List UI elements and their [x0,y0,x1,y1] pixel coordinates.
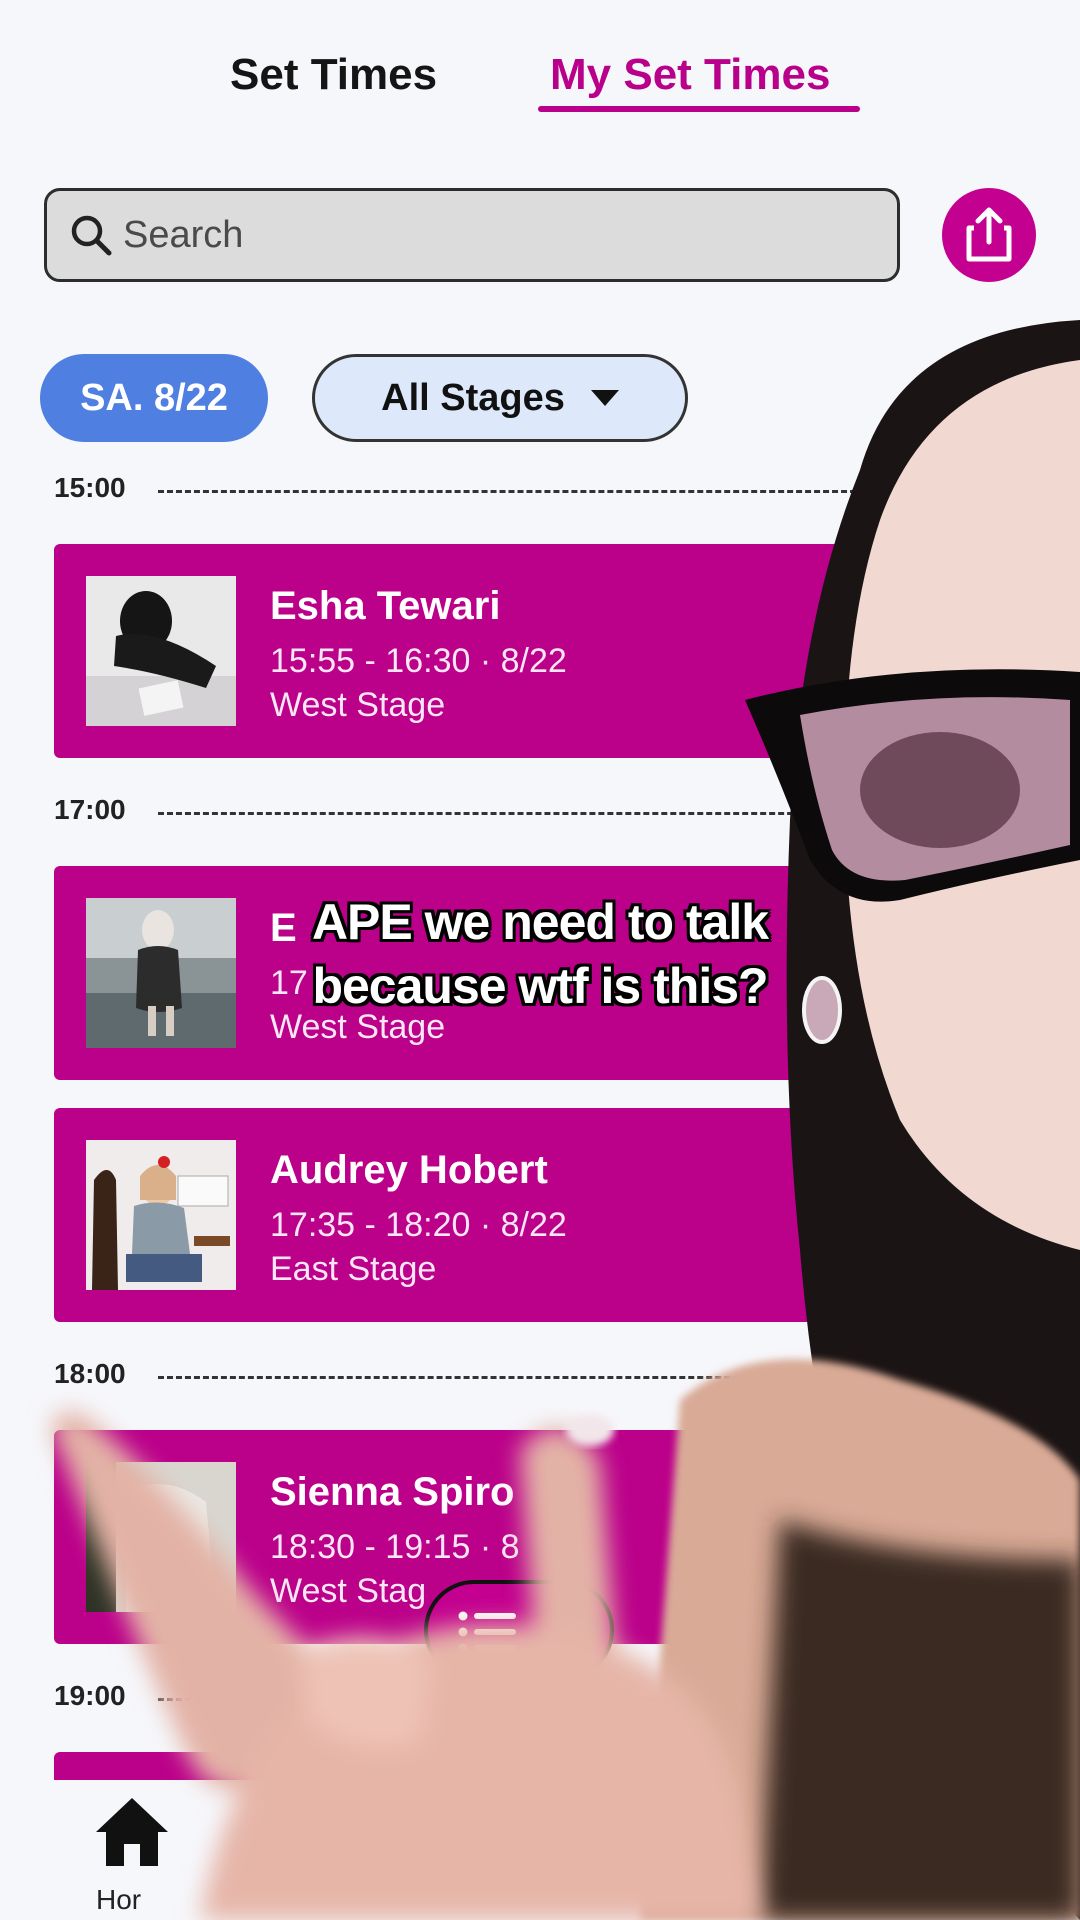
list-icon [458,1611,516,1653]
hour-label: 17:00 [54,794,126,825]
dashed-divider [158,490,874,493]
dashed-divider [158,1376,874,1379]
stage-filter-label: All Stages [381,376,565,419]
set-time: 17:35 - 18:20 · 8/22 [270,1206,567,1244]
dashed-divider [158,1698,874,1701]
set-card[interactable]: Audrey Hobert 17:35 - 18:20 · 8/22 East … [54,1108,954,1322]
hour-label: 15:00 [54,472,126,503]
hour-label: 19:00 [54,1680,126,1711]
set-card[interactable]: Esha Tewari 15:55 - 16:30 · 8/22 West St… [54,544,954,758]
hour-divider: 18:00 [54,1356,874,1396]
active-tab-indicator [538,106,860,112]
hour-divider: 19:00 [54,1678,874,1718]
stage-filter-dropdown[interactable]: All Stages [312,354,688,442]
hour-divider: 17:00 [54,792,874,832]
date-filter-label: SA. 8/22 [80,376,228,419]
nav-home-label: Hor [96,1884,142,1915]
tab-my-set-times[interactable]: My Set Times [550,50,830,100]
search-icon [71,215,112,256]
tab-set-times[interactable]: Set Times [230,50,437,100]
date-filter-chip[interactable]: SA. 8/22 [40,354,268,442]
search-input[interactable] [123,205,863,265]
set-stage: West Stag [270,1572,427,1610]
nav-home[interactable] [92,1794,182,1875]
share-icon [966,207,1012,262]
dashed-divider [158,812,874,815]
search-bar[interactable] [44,188,900,282]
set-stage: West Stage [270,686,446,724]
artist-photo [86,1462,236,1612]
top-tabs: Set Times My Set Times [0,40,1080,120]
caret-down-icon [590,390,619,406]
hour-label: 18:00 [54,1358,126,1389]
artist-name: Audrey Hobert [270,1148,548,1192]
set-time: 18:30 - 19:15 · 8 [270,1528,520,1566]
video-caption: APE we need to talk because wtf is this? [0,890,1080,1018]
artist-photo [86,1140,236,1290]
caption-line-2: because wtf is this? [312,958,768,1014]
caption-line-1: APE we need to talk [311,894,769,950]
list-view-button[interactable] [424,1580,614,1680]
artist-name: Esha Tewari [270,584,501,628]
set-stage: East Stage [270,1250,437,1288]
home-icon [96,1798,168,1866]
bottom-nav: Hor [0,1780,1080,1920]
artist-photo [86,576,236,726]
set-time: 15:55 - 16:30 · 8/22 [270,642,567,680]
hour-divider: 15:00 [54,470,874,510]
share-button[interactable] [942,188,1036,282]
artist-name: Sienna Spiro [270,1470,515,1514]
